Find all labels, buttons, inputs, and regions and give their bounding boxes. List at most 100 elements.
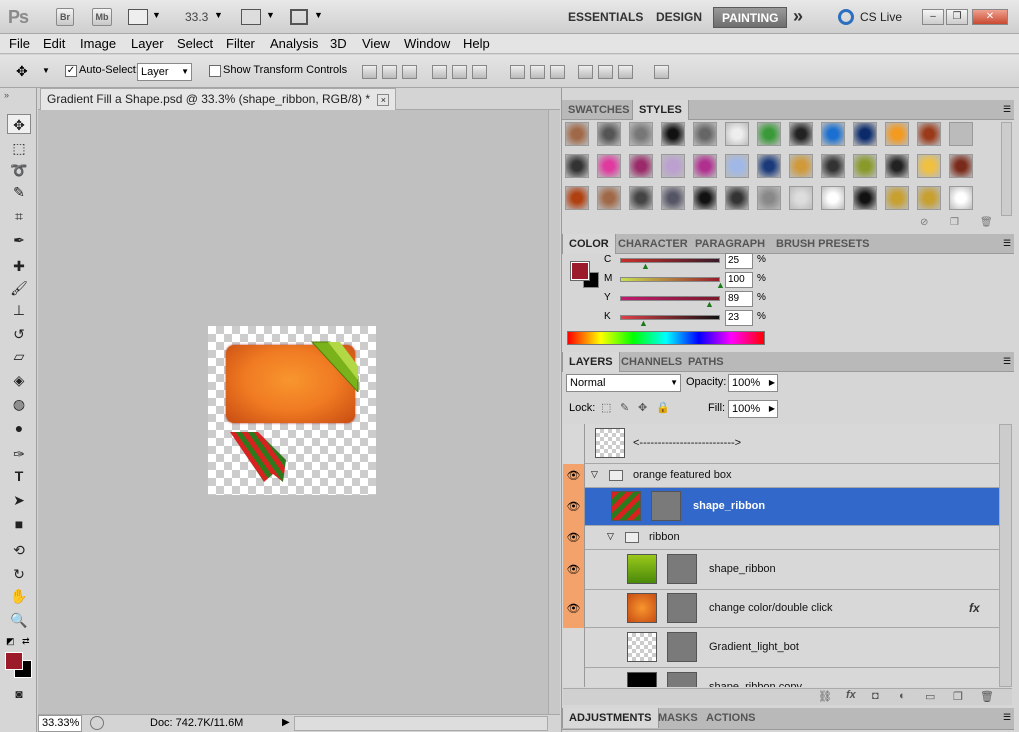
menu-edit[interactable]: Edit: [43, 36, 65, 51]
color-ramp[interactable]: [567, 331, 765, 345]
minimize-button[interactable]: –: [922, 9, 944, 25]
layer-thumbnail[interactable]: [611, 491, 641, 521]
style-swatch[interactable]: [949, 154, 973, 178]
channel-value[interactable]: 23: [725, 310, 753, 326]
distribute-left-icon[interactable]: [578, 65, 593, 79]
menu-layer[interactable]: Layer: [131, 36, 164, 51]
style-swatch[interactable]: [789, 186, 813, 210]
style-swatch[interactable]: [597, 186, 621, 210]
chevron-down-icon[interactable]: ▼: [42, 66, 50, 75]
chevron-down-icon[interactable]: ▼: [314, 10, 323, 20]
default-colors-icon[interactable]: ◩: [6, 636, 15, 647]
document-tab[interactable]: Gradient Fill a Shape.psd @ 33.3% (shape…: [40, 88, 397, 110]
add-layer-style-icon[interactable]: fx: [846, 689, 856, 701]
eyedropper-tool-icon[interactable]: ✒: [7, 230, 31, 250]
style-swatch[interactable]: [629, 186, 653, 210]
style-swatch[interactable]: [885, 186, 909, 210]
visibility-eye-icon[interactable]: 👁: [563, 464, 585, 488]
distribute-right-icon[interactable]: [618, 65, 633, 79]
tab-actions[interactable]: ACTIONS: [700, 708, 762, 728]
style-swatch[interactable]: [821, 186, 845, 210]
menu-select[interactable]: Select: [177, 36, 213, 51]
visibility-toggle[interactable]: [563, 424, 585, 464]
cs-live-menu[interactable]: CS Live: [860, 10, 902, 24]
menu-window[interactable]: Window: [404, 36, 450, 51]
lasso-tool-icon[interactable]: ➰: [7, 160, 31, 180]
style-swatch[interactable]: [885, 122, 909, 146]
more-workspaces-icon[interactable]: »: [793, 6, 803, 27]
tab-brush-presets[interactable]: BRUSH PRESETS: [770, 234, 876, 254]
slider-thumb-icon[interactable]: ▲: [639, 318, 648, 328]
distribute-vcenter-icon[interactable]: [530, 65, 545, 79]
channel-slider[interactable]: [620, 315, 720, 320]
layer-group-row[interactable]: 👁 ▽ orange featured box: [563, 464, 999, 488]
clear-style-icon[interactable]: ⊘: [920, 217, 928, 228]
style-swatch[interactable]: [949, 186, 973, 210]
3d-rotate-tool-icon[interactable]: ⟲: [7, 540, 31, 560]
marquee-tool-icon[interactable]: ⬚: [7, 138, 31, 158]
vertical-scrollbar[interactable]: [548, 110, 560, 714]
slider-thumb-icon[interactable]: ▲: [641, 261, 650, 271]
distribute-bottom-icon[interactable]: [550, 65, 565, 79]
rectangle-tool-icon[interactable]: ■: [7, 514, 31, 534]
menu-file[interactable]: File: [9, 36, 30, 51]
layer-row[interactable]: <-------------------------->: [563, 424, 999, 464]
style-swatch[interactable]: [597, 154, 621, 178]
style-swatch[interactable]: [661, 122, 685, 146]
vector-mask-thumbnail[interactable]: [667, 672, 697, 687]
show-transform-checkbox[interactable]: [209, 65, 221, 77]
visibility-eye-icon[interactable]: 👁: [563, 550, 585, 590]
distribute-hcenter-icon[interactable]: [598, 65, 613, 79]
vector-mask-thumbnail[interactable]: [667, 554, 697, 584]
layer-thumbnail[interactable]: [595, 428, 625, 458]
align-vcenter-icon[interactable]: [382, 65, 397, 79]
dodge-tool-icon[interactable]: ●: [7, 418, 31, 438]
restore-button[interactable]: ❐: [946, 9, 968, 25]
layer-row[interactable]: 👁 shape_ribbon: [563, 550, 999, 590]
style-swatch[interactable]: [853, 186, 877, 210]
tab-swatches[interactable]: SWATCHES: [562, 100, 636, 120]
color-fg-swatch[interactable]: [570, 261, 590, 281]
move-tool-preset-icon[interactable]: ✥: [16, 63, 28, 80]
mini-bridge-button[interactable]: Mb: [92, 8, 112, 26]
style-swatch[interactable]: [629, 154, 653, 178]
lock-pixels-icon[interactable]: ✎: [620, 401, 629, 414]
layer-row[interactable]: Gradient_light_bot: [563, 628, 999, 668]
collapse-tools-icon[interactable]: »: [4, 90, 9, 100]
swap-colors-icon[interactable]: ⇄: [22, 636, 30, 647]
new-style-icon[interactable]: ❐: [950, 217, 959, 228]
align-right-icon[interactable]: [472, 65, 487, 79]
vector-mask-thumbnail[interactable]: [667, 593, 697, 623]
panel-menu-icon[interactable]: ☰: [1003, 712, 1011, 723]
menu-analysis[interactable]: Analysis: [270, 36, 318, 51]
brush-tool-icon[interactable]: 🖌: [7, 278, 31, 298]
chevron-down-icon[interactable]: ▼: [152, 10, 161, 20]
style-swatch[interactable]: [789, 154, 813, 178]
add-mask-icon[interactable]: ◘: [872, 690, 879, 702]
style-swatch[interactable]: [693, 154, 717, 178]
style-swatch[interactable]: [565, 154, 589, 178]
style-swatch[interactable]: [661, 186, 685, 210]
auto-align-layers-icon[interactable]: [654, 65, 669, 79]
lock-position-icon[interactable]: ✥: [638, 401, 647, 414]
zoom-tool-icon[interactable]: 🔍: [7, 610, 31, 630]
layer-row[interactable]: 👁 change color/double click fx: [563, 590, 999, 628]
tab-character[interactable]: CHARACTER: [612, 234, 694, 254]
visibility-eye-icon[interactable]: 👁: [563, 590, 585, 628]
pen-tool-icon[interactable]: ✑: [7, 444, 31, 464]
adjustment-layer-icon[interactable]: ◐: [899, 690, 906, 702]
expand-triangle-icon[interactable]: ▽: [607, 531, 614, 542]
crop-tool-icon[interactable]: ⌗: [7, 206, 31, 226]
style-swatch[interactable]: [661, 154, 685, 178]
layer-thumbnail[interactable]: [627, 632, 657, 662]
align-bottom-icon[interactable]: [402, 65, 417, 79]
zoom-level[interactable]: 33.3: [185, 10, 208, 24]
type-tool-icon[interactable]: T: [7, 466, 31, 486]
zoom-field[interactable]: 33.33%: [38, 715, 82, 732]
layer-row[interactable]: 👁 shape_ribbon: [563, 488, 999, 526]
view-extras-icon[interactable]: [128, 9, 148, 25]
style-swatch[interactable]: [693, 122, 717, 146]
distribute-top-icon[interactable]: [510, 65, 525, 79]
panel-menu-icon[interactable]: ☰: [1003, 356, 1011, 367]
menu-3d[interactable]: 3D: [330, 36, 347, 51]
